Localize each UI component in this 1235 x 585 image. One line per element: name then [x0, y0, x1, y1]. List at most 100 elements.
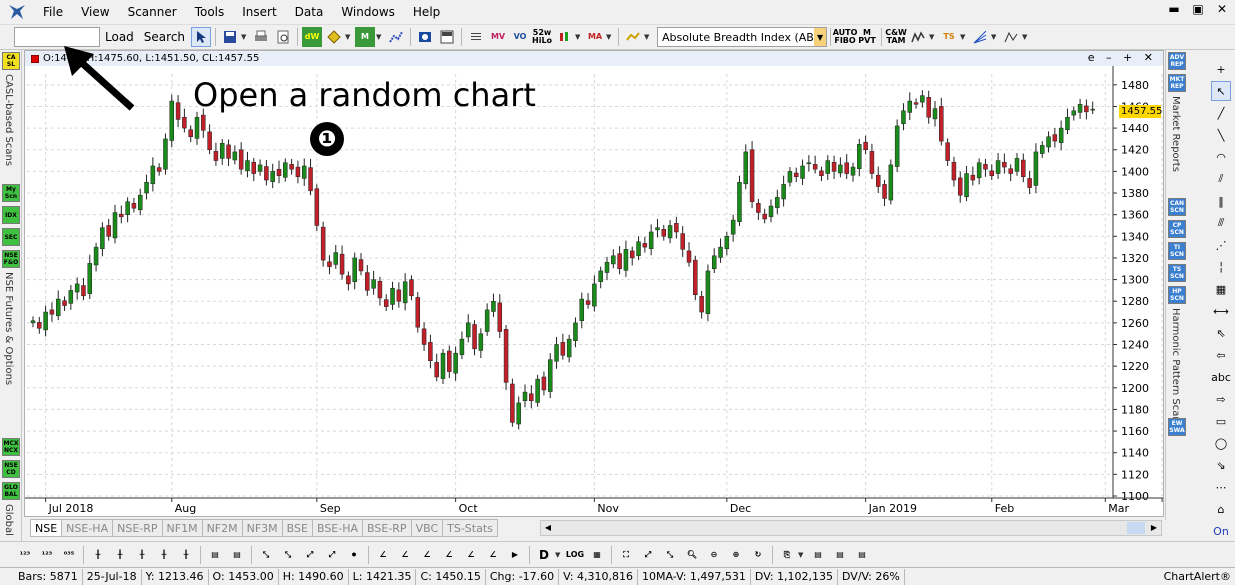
mkt-rep-button[interactable]: MKT REP: [1168, 74, 1186, 92]
chart-type-bar-icon[interactable]: ¹²³: [37, 545, 57, 565]
indicator-picker-icon[interactable]: [623, 27, 643, 47]
rectangle-icon[interactable]: ▭: [1211, 411, 1231, 431]
arrow-down-right-icon[interactable]: ⇘: [1211, 455, 1231, 475]
menu-tools[interactable]: Tools: [186, 0, 234, 24]
chevron-down-icon[interactable]: ▼: [575, 33, 581, 41]
candle-pattern-icon[interactable]: [554, 27, 574, 47]
arc-icon[interactable]: ◠: [1211, 147, 1231, 167]
zoom-in-icon[interactable]: ⊕: [726, 545, 746, 565]
angle6-icon[interactable]: ∠: [483, 545, 503, 565]
indicator-list-icon[interactable]: [466, 27, 486, 47]
notes2-icon[interactable]: ▤: [830, 545, 850, 565]
channel-sl-icon[interactable]: ⋰: [1211, 235, 1231, 255]
menu-windows[interactable]: Windows: [332, 0, 404, 24]
menu-data[interactable]: Data: [286, 0, 333, 24]
expand-icon[interactable]: ⤢: [300, 545, 320, 565]
global-button[interactable]: GLO BAL: [2, 482, 20, 500]
hp-scn-button[interactable]: HP SCN: [1168, 286, 1186, 304]
global-label[interactable]: Global: [3, 504, 14, 536]
copy-icon[interactable]: ⎘: [777, 545, 797, 565]
tab-bse-rp[interactable]: BSE-RP: [363, 519, 412, 537]
restore-button[interactable]: ▣: [1191, 2, 1205, 16]
ma-icon[interactable]: MA: [585, 27, 605, 47]
compress2-icon[interactable]: ⤡: [278, 545, 298, 565]
diamond-icon[interactable]: [324, 27, 344, 47]
segment-icon[interactable]: ╎: [1211, 257, 1231, 277]
tab-ts-stats[interactable]: TS-Stats: [443, 519, 498, 537]
studies-icon[interactable]: [908, 27, 928, 47]
pointer-tool-icon[interactable]: [191, 27, 212, 47]
tab-nse-rp[interactable]: NSE-RP: [113, 519, 163, 537]
bar-chart-icon[interactable]: ╫: [88, 545, 108, 565]
nse-fo-label[interactable]: NSE Futures & Options: [3, 272, 14, 385]
notes-icon[interactable]: ▤: [808, 545, 828, 565]
vertical-lines-icon[interactable]: ‖: [1211, 191, 1231, 211]
cp-scn-button[interactable]: CP SCN: [1168, 220, 1186, 238]
search-button[interactable]: Search: [139, 27, 190, 47]
menu-view[interactable]: View: [72, 0, 118, 24]
zoom-fit-icon[interactable]: ⛶: [616, 545, 636, 565]
angle4-icon[interactable]: ∠: [439, 545, 459, 565]
nse-cd-button[interactable]: NSE CD: [2, 460, 20, 478]
ts-scn-button[interactable]: TS SCN: [1168, 264, 1186, 282]
tab-nf1m[interactable]: NF1M: [162, 519, 203, 537]
tab-nf2m[interactable]: NF2M: [202, 519, 243, 537]
renko-icon[interactable]: ╫: [176, 545, 196, 565]
chevron-down-icon[interactable]: ▼: [241, 33, 247, 41]
trendline-sl-icon[interactable]: ╲: [1211, 125, 1231, 145]
52w-hilo-icon[interactable]: 52w HiLo: [532, 27, 552, 47]
ew-swa-button[interactable]: EW SWA: [1168, 418, 1186, 436]
chart-type-num-icon[interactable]: ⁰³⁵: [59, 545, 79, 565]
chevron-down-icon[interactable]: ▼: [345, 33, 351, 41]
tab-vbc[interactable]: VBC: [411, 519, 444, 537]
on-toggle[interactable]: On: [1211, 521, 1231, 541]
grid-toggle-icon[interactable]: ▦: [587, 545, 607, 565]
lock-tool-icon[interactable]: ⌂: [1211, 499, 1231, 519]
record-icon[interactable]: ⏺: [344, 545, 364, 565]
angle3-icon[interactable]: ∠: [417, 545, 437, 565]
heikin-icon[interactable]: ╫: [154, 545, 174, 565]
chart-type-line-icon[interactable]: ¹²³: [15, 545, 35, 565]
auto-fibo-icon[interactable]: AUTO FIBO: [833, 27, 858, 47]
ti-scn-button[interactable]: TI SCN: [1168, 242, 1186, 260]
menu-file[interactable]: File: [34, 0, 72, 24]
mcx-ncx-button[interactable]: MCX NCX: [2, 438, 20, 456]
app-logo-icon[interactable]: [6, 2, 28, 22]
print-icon[interactable]: [251, 27, 271, 47]
chart-window-controls[interactable]: e – + ✕: [1088, 51, 1157, 64]
pointer-icon[interactable]: ↖: [1211, 81, 1231, 101]
bars-icon[interactable]: MV: [488, 27, 508, 47]
casl-scans-label[interactable]: CASL-based Scans: [3, 74, 14, 166]
chevron-down-icon[interactable]: ▼: [814, 28, 827, 46]
chevron-down-icon[interactable]: ▼: [376, 33, 382, 41]
zoom-fit2-icon[interactable]: ⤢: [638, 545, 658, 565]
tab-nse[interactable]: NSE: [30, 519, 63, 537]
zoom-fit3-icon[interactable]: ⤡: [660, 545, 680, 565]
angle-left-icon[interactable]: ∠: [373, 545, 393, 565]
compress-icon[interactable]: ⤡: [256, 545, 276, 565]
tab-bse[interactable]: BSE: [282, 519, 313, 537]
list-icon[interactable]: ▤: [205, 545, 225, 565]
market-reports-label[interactable]: Market Reports: [1170, 96, 1181, 172]
angle2-icon[interactable]: ∠: [395, 545, 415, 565]
refresh-icon[interactable]: ↻: [748, 545, 768, 565]
idx-button[interactable]: IDX: [2, 206, 20, 224]
tab-bse-ha[interactable]: BSE-HA: [312, 519, 364, 537]
harmonic-scans-label[interactable]: Harmonic Pattern Scans: [1170, 308, 1181, 428]
chevron-down-icon[interactable]: ▼: [644, 33, 650, 41]
arrow-up-left-icon[interactable]: ⇖: [1211, 323, 1231, 343]
layout-icon[interactable]: [437, 27, 457, 47]
casl-button[interactable]: CA SL: [2, 52, 20, 70]
candle-icon[interactable]: ╫: [110, 545, 130, 565]
minimize-button[interactable]: ▬: [1167, 2, 1181, 16]
m-icon[interactable]: M: [355, 27, 376, 47]
drawing-d-icon[interactable]: D: [534, 545, 554, 565]
text-tool-icon[interactable]: abc: [1211, 367, 1231, 387]
ohlc-icon[interactable]: ╫: [132, 545, 152, 565]
chevron-down-icon[interactable]: ▼: [929, 33, 935, 41]
chevron-down-icon[interactable]: ▼: [991, 33, 997, 41]
notes3-icon[interactable]: ▤: [852, 545, 872, 565]
menu-scanner[interactable]: Scanner: [119, 0, 186, 24]
menu-insert[interactable]: Insert: [233, 0, 285, 24]
volume-icon[interactable]: VO: [510, 27, 530, 47]
